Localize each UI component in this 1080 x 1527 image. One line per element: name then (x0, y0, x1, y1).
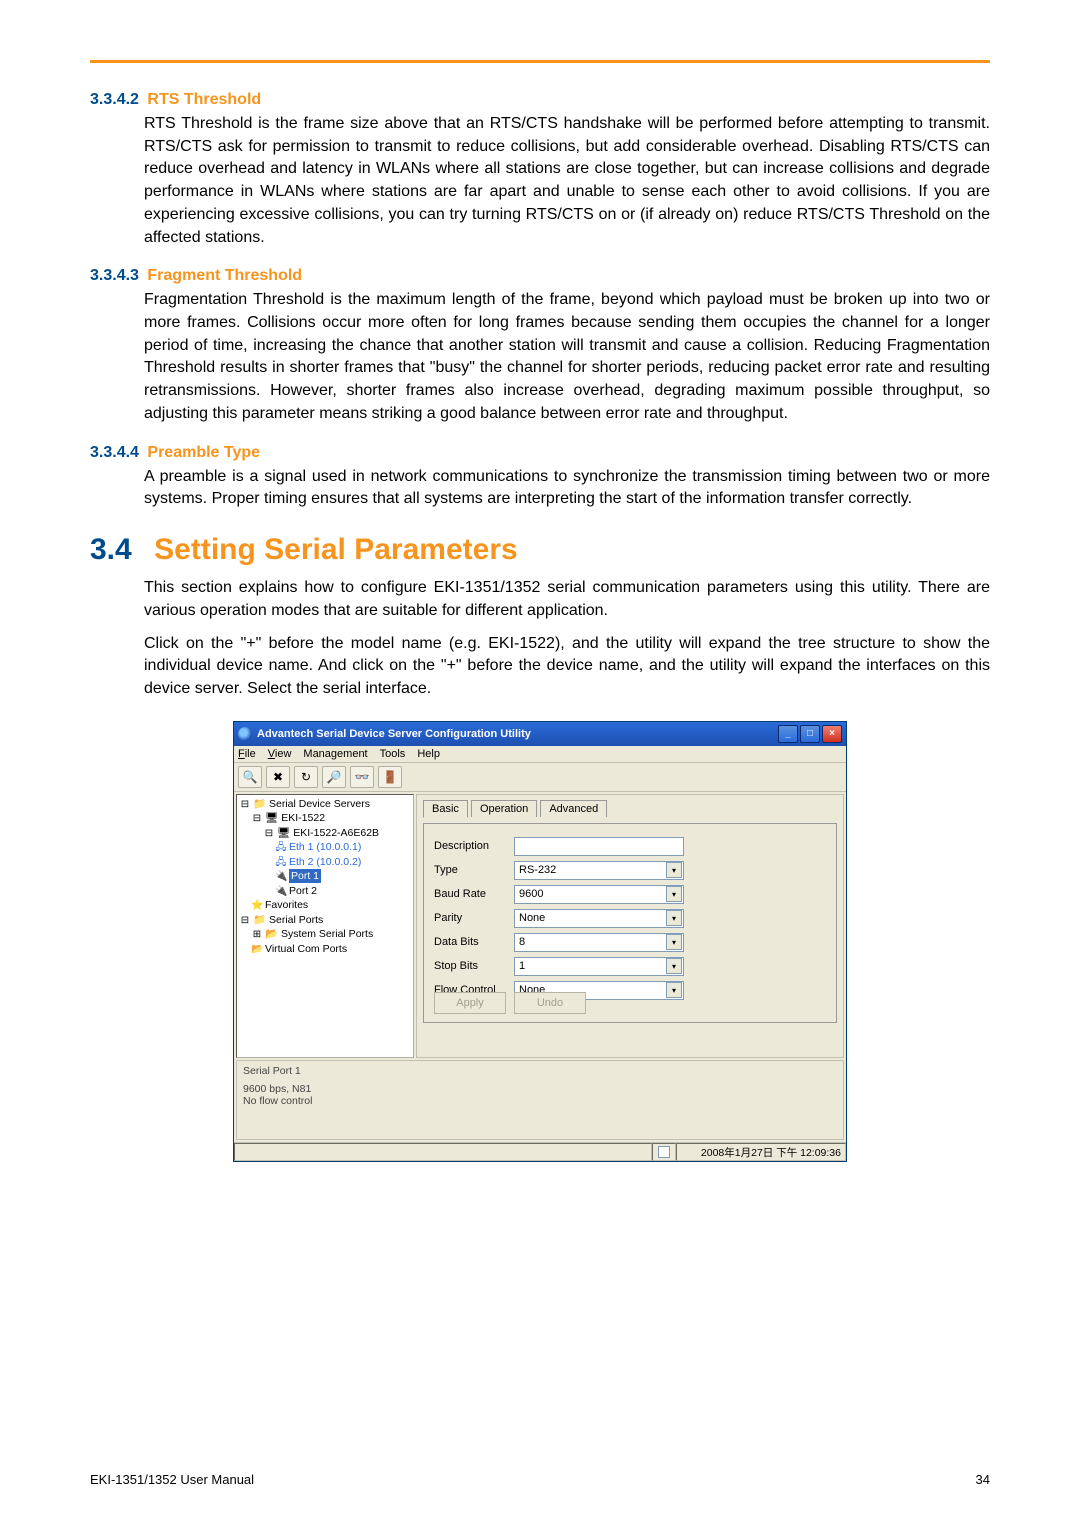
select-parity[interactable]: None▾ (514, 909, 684, 928)
device-tree[interactable]: ⊟📁 Serial Device Servers ⊟🖥 EKI-1522 ⊟🖥 … (236, 794, 414, 1058)
maximize-button[interactable]: □ (800, 725, 820, 743)
section-fragment-threshold: 3.3.4.3 Fragment Threshold Fragmentation… (90, 267, 990, 425)
tree-port1-selected[interactable]: Port 1 (289, 869, 321, 883)
footer-page-number: 34 (976, 1472, 990, 1487)
label-baud-rate: Baud Rate (434, 888, 514, 900)
toolbar-exit-icon[interactable]: 🚪 (378, 766, 402, 788)
tree-collapse-icon[interactable]: ⊟ (251, 812, 263, 826)
heading2-title: Setting Serial Parameters (154, 533, 518, 566)
tree-system-serial-ports[interactable]: System Serial Ports (281, 928, 373, 940)
tree-port2[interactable]: Port 2 (289, 885, 317, 897)
menu-tools[interactable]: Tools (380, 748, 406, 760)
body-paragraph: Fragmentation Threshold is the maximum l… (144, 289, 990, 425)
properties-pane: Basic Operation Advanced Description Typ… (416, 794, 844, 1058)
port-icon: 🔌 (275, 870, 287, 884)
label-type: Type (434, 864, 514, 876)
window-title: Advantech Serial Device Server Configura… (257, 728, 778, 740)
tree-collapse-icon[interactable]: ⊟ (239, 798, 251, 812)
body-paragraph: A preamble is a signal used in network c… (144, 466, 990, 511)
heading-number: 3.3.4.2 (90, 91, 139, 108)
heading-title: RTS Threshold (147, 91, 261, 108)
info-line1: Serial Port 1 (243, 1065, 837, 1077)
footer-manual-title: EKI-1351/1352 User Manual (90, 1472, 976, 1487)
toolbar-clear-icon[interactable]: ✖ (266, 766, 290, 788)
tab-operation[interactable]: Operation (471, 800, 537, 817)
select-data-bits[interactable]: 8▾ (514, 933, 684, 952)
tree-collapse-icon[interactable]: ⊟ (263, 827, 275, 841)
tab-advanced[interactable]: Advanced (540, 800, 607, 817)
tree-expand-icon[interactable]: ⊞ (251, 928, 263, 942)
favorites-icon: ⭐ (251, 899, 263, 913)
dropdown-arrow-icon[interactable]: ▾ (666, 958, 682, 974)
menu-management[interactable]: Management (303, 748, 367, 760)
dropdown-arrow-icon[interactable]: ▾ (666, 862, 682, 878)
select-stop-bits[interactable]: 1▾ (514, 957, 684, 976)
dropdown-arrow-icon[interactable]: ▾ (666, 886, 682, 902)
tree-virtual-com-ports[interactable]: Virtual Com Ports (265, 943, 347, 955)
tree-root-serial-ports[interactable]: Serial Ports (269, 914, 323, 926)
heading-number: 3.3.4.4 (90, 444, 139, 461)
select-baud-rate[interactable]: 9600▾ (514, 885, 684, 904)
page-footer: EKI-1351/1352 User Manual 34 (90, 1472, 990, 1487)
heading-number: 3.3.4.3 (90, 267, 139, 284)
apply-button[interactable]: Apply (434, 992, 506, 1014)
undo-button[interactable]: Undo (514, 992, 586, 1014)
section-preamble-type: 3.3.4.4 Preamble Type A preamble is a si… (90, 444, 990, 511)
top-rule (90, 60, 990, 63)
info-pane: Serial Port 1 9600 bps, N81 No flow cont… (236, 1060, 844, 1140)
statusbar: 2008年1月27日 下午 12:09:36 (234, 1142, 846, 1161)
label-stop-bits: Stop Bits (434, 960, 514, 972)
tab-basic[interactable]: Basic (423, 800, 468, 818)
body-paragraph: RTS Threshold is the frame size above th… (144, 113, 990, 249)
tree-eth1[interactable]: Eth 1 (10.0.0.1) (289, 841, 361, 853)
label-parity: Parity (434, 912, 514, 924)
body-paragraph: This section explains how to configure E… (144, 577, 990, 622)
label-data-bits: Data Bits (434, 936, 514, 948)
tab-basic-body: Description Type RS-232▾ Baud Rate 9600▾… (423, 823, 837, 1023)
folder-icon: 📂 (251, 943, 263, 957)
heading-title: Preamble Type (147, 444, 260, 461)
select-type[interactable]: RS-232▾ (514, 861, 684, 880)
tree-device[interactable]: EKI-1522-A6E62B (293, 827, 379, 839)
menu-help[interactable]: Help (417, 748, 440, 760)
menubar: File View Management Tools Help (234, 746, 846, 763)
info-line3: No flow control (243, 1095, 837, 1107)
dropdown-arrow-icon[interactable]: ▾ (666, 982, 682, 998)
menu-file[interactable]: File (238, 748, 256, 760)
port-icon: 🔌 (275, 885, 287, 899)
status-checkbox[interactable] (652, 1143, 676, 1161)
titlebar[interactable]: Advantech Serial Device Server Configura… (234, 722, 846, 746)
heading2-number: 3.4 (90, 533, 132, 566)
section-rts-threshold: 3.3.4.2 RTS Threshold RTS Threshold is t… (90, 91, 990, 249)
toolbar-search-icon[interactable]: 🔎 (322, 766, 346, 788)
body-paragraph: Click on the "+" before the model name (… (144, 633, 990, 701)
close-button[interactable]: × (822, 725, 842, 743)
nic-icon: 🖧 (275, 841, 287, 855)
status-datetime: 2008年1月27日 下午 12:09:36 (676, 1143, 846, 1161)
section-setting-serial-parameters: 3.4 Setting Serial Parameters (90, 533, 990, 567)
dropdown-arrow-icon[interactable]: ▾ (666, 910, 682, 926)
minimize-button[interactable]: _ (778, 725, 798, 743)
toolbar-search-devices-icon[interactable]: 🔍 (238, 766, 262, 788)
config-utility-window: Advantech Serial Device Server Configura… (233, 721, 847, 1162)
input-description[interactable] (514, 837, 684, 856)
menu-view[interactable]: View (268, 748, 292, 760)
toolbar-binoculars-icon[interactable]: 👓 (350, 766, 374, 788)
tree-root-serial-device-servers[interactable]: Serial Device Servers (269, 798, 370, 810)
toolbar: 🔍 ✖ ↻ 🔎 👓 🚪 (234, 763, 846, 792)
label-description: Description (434, 840, 514, 852)
heading-title: Fragment Threshold (147, 267, 302, 284)
info-line2: 9600 bps, N81 (243, 1083, 837, 1095)
app-icon (238, 727, 252, 741)
toolbar-refresh-icon[interactable]: ↻ (294, 766, 318, 788)
nic-icon: 🖧 (275, 856, 287, 870)
tree-model[interactable]: EKI-1522 (281, 812, 325, 824)
tree-collapse-icon[interactable]: ⊟ (239, 914, 251, 928)
tree-eth2[interactable]: Eth 2 (10.0.0.2) (289, 856, 361, 868)
dropdown-arrow-icon[interactable]: ▾ (666, 934, 682, 950)
tree-favorites[interactable]: Favorites (265, 899, 308, 911)
